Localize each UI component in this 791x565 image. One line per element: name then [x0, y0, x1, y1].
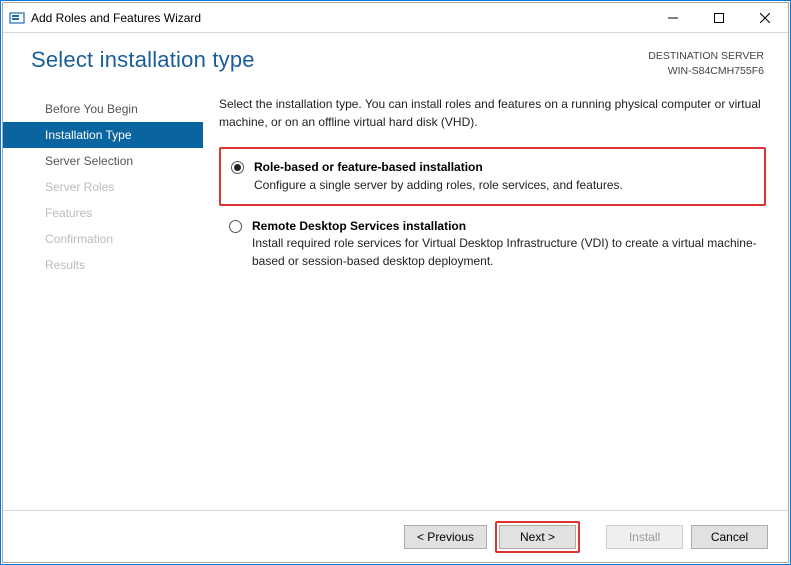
titlebar: Add Roles and Features Wizard [3, 3, 788, 33]
cancel-button[interactable]: Cancel [691, 525, 768, 549]
step-results: Results [3, 252, 203, 278]
footer: < Previous Next > Install Cancel [3, 510, 788, 562]
page-title: Select installation type [31, 47, 648, 73]
close-button[interactable] [742, 3, 788, 32]
next-button[interactable]: Next > [499, 525, 576, 549]
option-desc: Install required role services for Virtu… [252, 235, 758, 270]
wizard-window: Add Roles and Features Wizard Select ins… [2, 2, 789, 563]
option-body: Remote Desktop Services installation Ins… [252, 218, 758, 270]
step-server-roles: Server Roles [3, 174, 203, 200]
destination-server-box: DESTINATION SERVER WIN-S84CMH755F6 [648, 47, 764, 78]
window-title: Add Roles and Features Wizard [31, 11, 650, 25]
destination-label: DESTINATION SERVER [648, 49, 764, 64]
option-body: Role-based or feature-based installation… [254, 159, 756, 194]
intro-text: Select the installation type. You can in… [219, 96, 766, 131]
step-before-you-begin[interactable]: Before You Begin [3, 96, 203, 122]
step-features: Features [3, 200, 203, 226]
option-title: Remote Desktop Services installation [252, 218, 758, 235]
next-button-highlight: Next > [495, 521, 580, 553]
minimize-button[interactable] [650, 3, 696, 32]
server-manager-icon [9, 10, 25, 26]
option-remote-desktop[interactable]: Remote Desktop Services installation Ins… [219, 208, 766, 280]
maximize-button[interactable] [696, 3, 742, 32]
radio-remote-desktop[interactable] [229, 220, 242, 233]
main-content: Select the installation type. You can in… [203, 86, 788, 510]
step-installation-type[interactable]: Installation Type [3, 122, 203, 148]
option-title: Role-based or feature-based installation [254, 159, 756, 176]
steps-sidebar: Before You Begin Installation Type Serve… [3, 86, 203, 510]
option-role-based[interactable]: Role-based or feature-based installation… [219, 147, 766, 206]
previous-button[interactable]: < Previous [404, 525, 487, 549]
radio-role-based[interactable] [231, 161, 244, 174]
step-server-selection[interactable]: Server Selection [3, 148, 203, 174]
step-confirmation: Confirmation [3, 226, 203, 252]
install-button: Install [606, 525, 683, 549]
destination-value: WIN-S84CMH755F6 [648, 64, 764, 79]
header: Select installation type DESTINATION SER… [3, 33, 788, 86]
option-desc: Configure a single server by adding role… [254, 177, 756, 194]
